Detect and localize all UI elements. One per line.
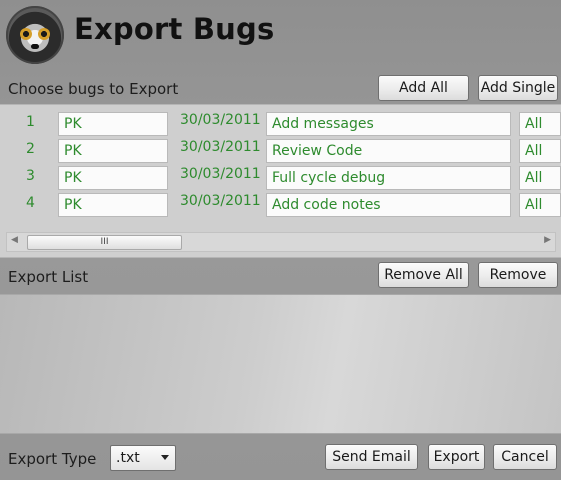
export-button[interactable]: Export — [428, 444, 485, 470]
header: Export Bugs — [0, 0, 561, 74]
table-row[interactable]: 1 PK 30/03/2011 Add messages All — [0, 111, 561, 137]
description-cell[interactable]: Full cycle debug — [266, 166, 511, 190]
row-number: 4 — [26, 195, 35, 211]
page-title: Export Bugs — [74, 12, 275, 46]
description-cell[interactable]: Review Code — [266, 139, 511, 163]
table-row[interactable]: 3 PK 30/03/2011 Full cycle debug All — [0, 165, 561, 191]
row-number: 2 — [26, 141, 35, 157]
remove-all-button[interactable]: Remove All — [378, 262, 469, 288]
owner-cell[interactable]: PK — [58, 193, 168, 217]
add-single-button[interactable]: Add Single — [478, 75, 558, 101]
date-cell: 30/03/2011 — [180, 112, 261, 128]
export-list-box[interactable] — [0, 294, 561, 434]
extra-cell[interactable]: All — [519, 112, 561, 136]
horizontal-scrollbar[interactable]: ◀ III ▶ — [6, 232, 556, 252]
extra-cell[interactable]: All — [519, 166, 561, 190]
export-type-label: Export Type — [8, 450, 97, 468]
send-email-button[interactable]: Send Email — [325, 444, 418, 470]
add-all-button[interactable]: Add All — [378, 75, 469, 101]
table-row[interactable]: 4 PK 30/03/2011 Add code notes All — [0, 192, 561, 218]
export-type-select[interactable]: .txt — [110, 445, 176, 471]
scroll-left-icon[interactable]: ◀ — [11, 235, 18, 245]
owner-cell[interactable]: PK — [58, 139, 168, 163]
export-type-value: .txt — [116, 450, 140, 466]
choose-bugs-label: Choose bugs to Export — [8, 80, 179, 98]
scroll-thumb[interactable]: III — [27, 235, 182, 250]
table-row[interactable]: 2 PK 30/03/2011 Review Code All — [0, 138, 561, 164]
cancel-button[interactable]: Cancel — [493, 444, 557, 470]
extra-cell[interactable]: All — [519, 139, 561, 163]
owner-cell[interactable]: PK — [58, 166, 168, 190]
export-list-label: Export List — [8, 268, 89, 286]
description-cell[interactable]: Add code notes — [266, 193, 511, 217]
row-number: 3 — [26, 168, 35, 184]
owner-cell[interactable]: PK — [58, 112, 168, 136]
row-number: 1 — [26, 114, 35, 130]
date-cell: 30/03/2011 — [180, 166, 261, 182]
description-cell[interactable]: Add messages — [266, 112, 511, 136]
remove-button[interactable]: Remove — [478, 262, 558, 288]
scroll-right-icon[interactable]: ▶ — [544, 235, 551, 245]
chevron-down-icon — [161, 455, 169, 460]
extra-cell[interactable]: All — [519, 193, 561, 217]
date-cell: 30/03/2011 — [180, 139, 261, 155]
date-cell: 30/03/2011 — [180, 193, 261, 209]
lemur-avatar-icon — [6, 6, 64, 64]
